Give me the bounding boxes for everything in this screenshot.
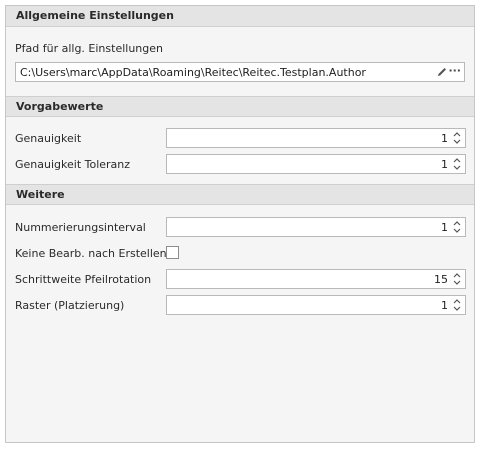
section-header-more: Weitere xyxy=(6,184,474,205)
browse-button[interactable]: ··· xyxy=(448,63,461,79)
chevron-down-icon[interactable] xyxy=(452,164,462,172)
toleranz-spinner[interactable]: 1 xyxy=(166,154,466,174)
nummer-value: 1 xyxy=(441,221,448,234)
pencil-icon[interactable] xyxy=(436,66,448,78)
chevron-up-icon[interactable] xyxy=(452,219,462,227)
chevron-up-icon[interactable] xyxy=(452,271,462,279)
keine-bearb-label: Keine Bearb. nach Erstellen xyxy=(15,247,167,260)
settings-path-value: C:\Users\marc\AppData\Roaming\Reitec\Rei… xyxy=(20,66,366,79)
toleranz-label: Genauigkeit Toleranz xyxy=(15,158,131,171)
pfeil-spinner[interactable]: 15 xyxy=(166,269,466,289)
chevron-down-icon[interactable] xyxy=(452,279,462,287)
chevron-up-icon[interactable] xyxy=(452,130,462,138)
toleranz-value: 1 xyxy=(441,158,448,171)
keine-bearb-checkbox[interactable] xyxy=(166,246,179,259)
settings-path-field[interactable]: C:\Users\marc\AppData\Roaming\Reitec\Rei… xyxy=(15,62,465,82)
settings-panel: Allgemeine Einstellungen Pfad für allg. … xyxy=(5,5,475,443)
genauigkeit-spinner[interactable]: 1 xyxy=(166,128,466,148)
chevron-up-icon[interactable] xyxy=(452,297,462,305)
chevron-down-icon[interactable] xyxy=(452,227,462,235)
raster-value: 1 xyxy=(441,299,448,312)
chevron-down-icon[interactable] xyxy=(452,138,462,146)
genauigkeit-label: Genauigkeit xyxy=(15,132,82,145)
pfeil-label: Schrittweite Pfeilrotation xyxy=(15,273,152,286)
chevron-down-icon[interactable] xyxy=(452,305,462,313)
chevron-up-icon[interactable] xyxy=(452,156,462,164)
raster-label: Raster (Platzierung) xyxy=(15,299,125,312)
path-label: Pfad für allg. Einstellungen xyxy=(15,42,163,55)
section-header-general: Allgemeine Einstellungen xyxy=(6,6,474,27)
pfeil-value: 15 xyxy=(434,273,448,286)
section-header-defaults: Vorgabewerte xyxy=(6,96,474,117)
genauigkeit-value: 1 xyxy=(441,132,448,145)
nummer-label: Nummerierungsinterval xyxy=(15,221,146,234)
raster-spinner[interactable]: 1 xyxy=(166,295,466,315)
nummer-spinner[interactable]: 1 xyxy=(166,217,466,237)
